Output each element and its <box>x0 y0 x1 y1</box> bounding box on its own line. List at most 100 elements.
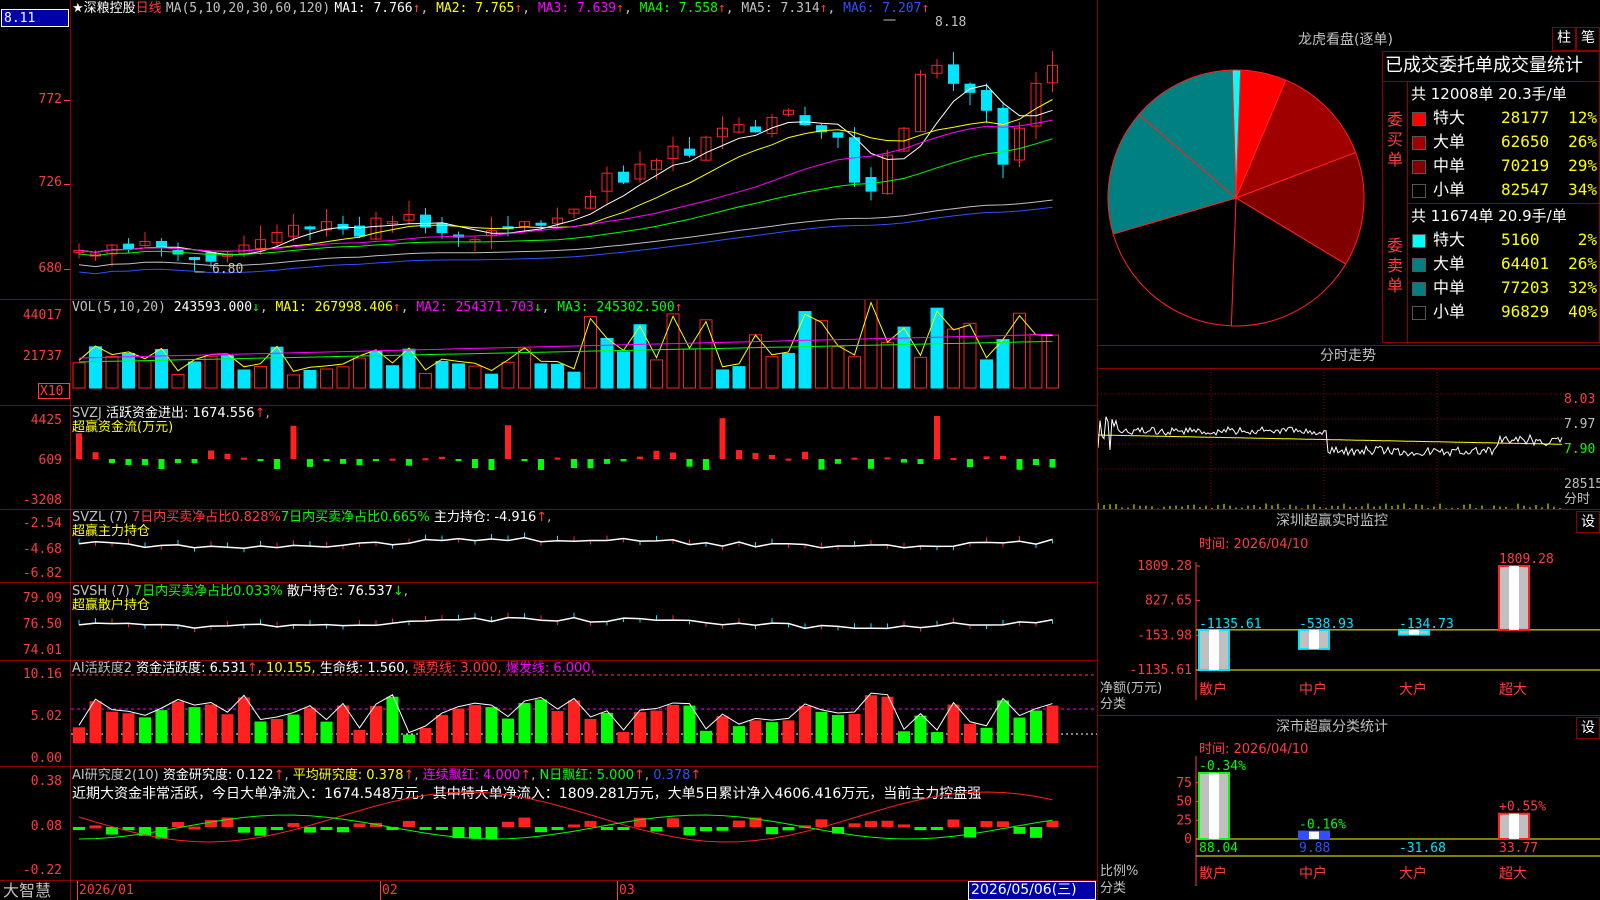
monitor-title: 深圳超赢实时监控 <box>1276 513 1388 529</box>
flow-bar <box>323 459 330 461</box>
volume-bar <box>881 342 894 389</box>
main-force-chart[interactable] <box>71 510 1097 582</box>
activity-bar <box>782 720 795 743</box>
classify-settings-button[interactable]: 设 <box>1576 717 1600 739</box>
activity-bar <box>502 718 514 743</box>
svzj-y-label: -3208 <box>22 493 62 508</box>
research-bar <box>172 822 184 827</box>
activity-bar <box>304 707 316 743</box>
activity-bar <box>898 731 910 743</box>
research-bar <box>469 827 481 839</box>
activity-bar <box>122 713 135 743</box>
sell-row: 小单 96829 40% <box>1409 301 1599 323</box>
y-label: 0 <box>1184 832 1192 847</box>
ma-arrow: ↑ <box>616 1 624 16</box>
research-bar <box>353 823 366 827</box>
volume-bar <box>600 337 614 389</box>
ma-arrow: ↑ <box>717 1 726 16</box>
y-label: -1135.61 <box>1129 663 1192 678</box>
flow-bar <box>1049 459 1056 468</box>
research-bar <box>1046 820 1059 827</box>
period-label[interactable]: 日线 <box>136 1 162 16</box>
category-label: 散户 <box>1199 865 1227 882</box>
activity-chart[interactable] <box>71 661 1097 766</box>
axis-tick <box>380 881 381 900</box>
net-amount-bar-chart[interactable]: 1809.28 827.65 -153.98 -1135.61 -1135.61 散户 -5… <box>1098 550 1600 715</box>
change-label: +0.55% <box>1499 800 1546 815</box>
activity-bar <box>337 705 349 743</box>
ma-value: MA6: 7.207 <box>843 1 922 16</box>
percent-value: 2% <box>1577 230 1597 249</box>
main-y-label: 772 <box>38 92 62 107</box>
percent-value: 12% <box>1568 108 1597 127</box>
volume-value: 82547 <box>1501 180 1550 199</box>
ratio-bar-chart[interactable]: 75 50 25 0 -0.34% 88.04 散户 -0.16% 9.88 中户 -31.68 大户… <box>1098 756 1600 900</box>
volume-bar <box>303 369 317 389</box>
holding-line <box>78 536 1053 549</box>
activity-bar <box>733 726 745 743</box>
activity-bar <box>287 714 300 743</box>
main-y-label: 726 <box>38 175 62 190</box>
research-chart[interactable] <box>71 767 1097 880</box>
activity-bar <box>485 707 498 743</box>
ma-line <box>78 84 1053 256</box>
size-name: 特大 <box>1433 108 1466 127</box>
research-bar <box>848 823 861 827</box>
research-bar <box>881 820 894 827</box>
vol-unit: X10 <box>40 384 64 399</box>
fund-flow-chart[interactable] <box>71 406 1097 509</box>
flow-bar <box>901 459 907 463</box>
monitor-settings-button[interactable]: 设 <box>1576 511 1600 533</box>
flow-bar <box>587 459 594 469</box>
flow-bar <box>670 452 676 459</box>
flow-bar <box>224 453 231 459</box>
classify-axis-title: 比例% <box>1100 864 1139 879</box>
candlestick-chart[interactable] <box>71 16 1097 300</box>
size-name: 大单 <box>1433 132 1466 151</box>
volume-bar <box>567 371 581 389</box>
volume-bar <box>650 359 663 389</box>
flow-bar <box>917 459 924 465</box>
net-bar-highlight <box>1209 629 1219 670</box>
axis-tick <box>77 881 78 900</box>
activity-bar <box>667 704 679 743</box>
order-stats-table: 已成交委托单成交量统计 委买单 共 12008单 20.3手/单 特大 28177… <box>1382 51 1600 344</box>
high-price-label: 8.18 <box>935 15 967 30</box>
flow-bar <box>868 459 874 469</box>
ma-arrow: ↑ <box>514 1 523 16</box>
volume-bar <box>782 353 795 389</box>
flow-bar <box>307 459 313 467</box>
volume-bar <box>617 351 630 389</box>
chart-area[interactable]: 8.11 ★深粮控股日线 MA(5,10,20,30,60,120) MA1: … <box>0 0 1098 900</box>
volume-chart[interactable] <box>71 300 1097 405</box>
volume-bar <box>171 373 185 389</box>
volume-bar <box>72 362 86 389</box>
ratio-bar-highlight <box>1309 831 1319 839</box>
activity-bar <box>73 727 85 743</box>
volume-bar <box>435 360 449 389</box>
size-name: 中单 <box>1433 278 1466 297</box>
volume-bar <box>584 315 597 389</box>
intraday-panel[interactable]: 分时走势 8.03 7.97 7.90 28515 分时 <box>1098 346 1600 509</box>
current-date-box[interactable]: 2026/05/06(三) <box>968 881 1096 900</box>
stroke-view-button[interactable]: 笔 <box>1576 27 1600 51</box>
volume-bar <box>1046 334 1059 389</box>
research-bar <box>650 827 663 832</box>
activity-bar <box>238 697 250 743</box>
y-label: 50 <box>1176 795 1192 810</box>
volume-value: 62650 <box>1501 132 1550 151</box>
research-bar <box>683 827 696 836</box>
monitor-axis-title: 净额(万元) <box>1100 681 1163 696</box>
activity-bar <box>568 700 580 743</box>
activity-bar <box>419 728 432 743</box>
retail-chart[interactable] <box>71 583 1097 660</box>
flow-bar <box>472 459 478 469</box>
flow-bar <box>686 459 693 467</box>
ai1-y-label: 0.00 <box>30 751 62 766</box>
monitor-panel: 深圳超赢实时监控 设 时间: 2026/04/10 1809.28 827.65-… <box>1098 510 1600 715</box>
intraday-chart[interactable] <box>1098 369 1564 509</box>
column-view-button[interactable]: 柱 <box>1552 27 1576 51</box>
order-pie-chart[interactable] <box>1098 55 1378 345</box>
flow-bar <box>736 450 742 459</box>
stock-name[interactable]: ★深粮控股 <box>72 1 136 16</box>
